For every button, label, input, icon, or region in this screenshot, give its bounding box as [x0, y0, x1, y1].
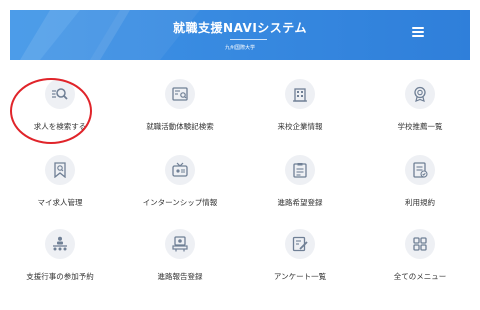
tv-icon: [165, 155, 195, 185]
title-divider: [230, 39, 267, 40]
menu-item-label: 来校企業情報: [277, 122, 323, 131]
survey-icon: [285, 229, 315, 259]
hamburger-icon[interactable]: [412, 27, 424, 37]
menu-item-label: 学校推薦一覧: [397, 122, 443, 131]
menu-item-event-reservation[interactable]: 支援行事の参加予約: [0, 224, 120, 290]
menu-item-label: 就職活動体験記検索: [146, 122, 214, 131]
menu-item-my-jobs[interactable]: マイ求人管理: [0, 150, 120, 216]
menu-item-school-recommendation[interactable]: 学校推薦一覧: [360, 74, 480, 140]
menu-item-experience-search[interactable]: 就職活動体験記検索: [120, 74, 240, 140]
menu-item-label: 支援行事の参加予約: [26, 272, 94, 281]
presentation-icon: [45, 229, 75, 259]
grid-icon: [405, 229, 435, 259]
menu-item-internship[interactable]: インターンシップ情報: [120, 150, 240, 216]
menu-item-visiting-companies[interactable]: 来校企業情報: [240, 74, 360, 140]
medal-icon: [405, 79, 435, 109]
menu-item-career-report[interactable]: 進路報告登録: [120, 224, 240, 290]
menu-item-label: インターンシップ情報: [142, 198, 218, 207]
menu-item-all-menus[interactable]: 全てのメニュー: [360, 224, 480, 290]
clipboard-icon: [285, 155, 315, 185]
menu-item-label: 進路希望登録: [277, 198, 323, 207]
highlight-circle: [10, 78, 92, 144]
menu-item-label: 全てのメニュー: [393, 272, 447, 281]
menu-item-career-wish[interactable]: 進路希望登録: [240, 150, 360, 216]
document-search-icon: [165, 79, 195, 109]
university-name: 九州国際大学: [224, 45, 255, 51]
menu-item-label: 利用規約: [405, 198, 435, 207]
favorite-search-icon: [45, 155, 75, 185]
report-icon: [165, 229, 195, 259]
menu-item-terms[interactable]: 利用規約: [360, 150, 480, 216]
menu-item-label: マイ求人管理: [37, 198, 83, 207]
terms-icon: [405, 155, 435, 185]
menu-item-label: アンケート一覧: [273, 272, 327, 281]
building-icon: [285, 79, 315, 109]
app-header: 就職支援NAVIシステム 九州国際大学: [10, 10, 470, 60]
app-title: 就職支援NAVIシステム: [173, 21, 307, 35]
menu-item-survey-list[interactable]: アンケート一覧: [240, 224, 360, 290]
menu-item-label: 進路報告登録: [157, 272, 203, 281]
